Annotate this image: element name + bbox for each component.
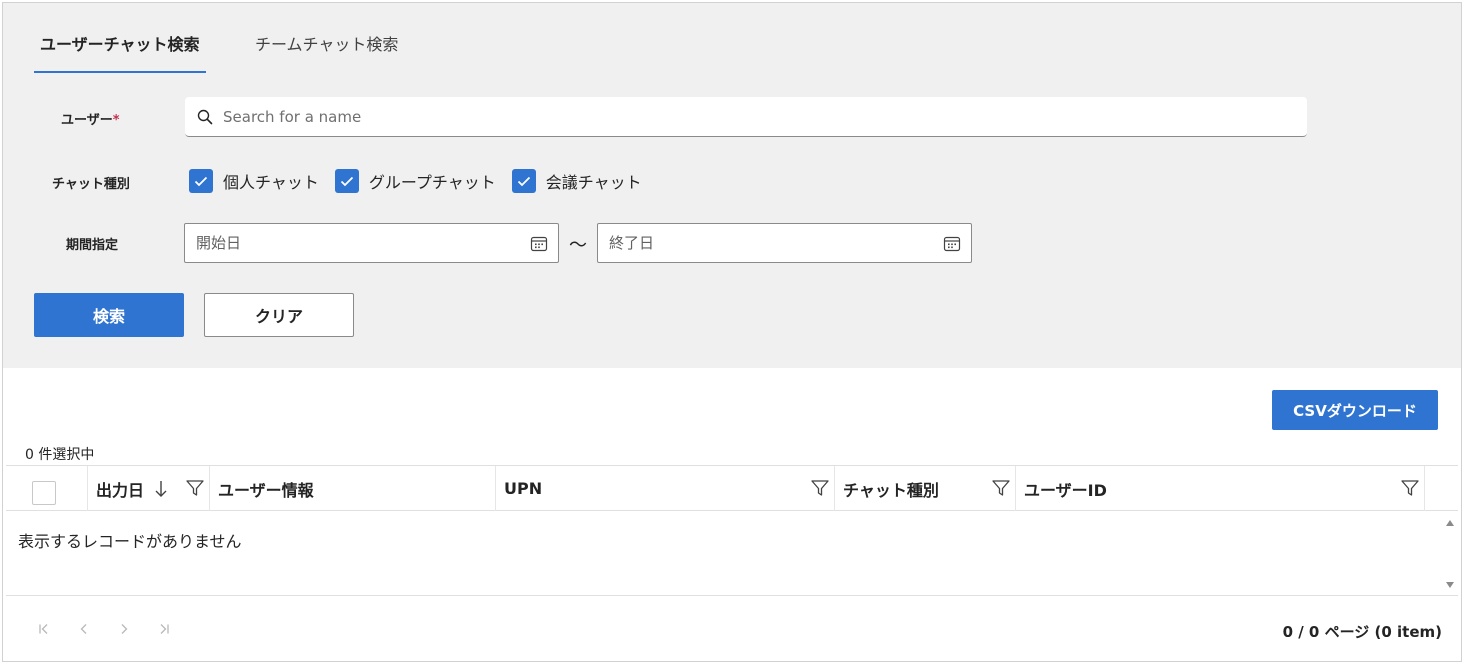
checkbox-checked-icon[interactable] — [334, 169, 359, 193]
user-label: ユーザー* — [61, 109, 120, 128]
chat-type-checkboxes: 個人チャット グループチャット 会議チャット — [189, 169, 658, 193]
checkbox-checked-icon[interactable] — [189, 169, 213, 193]
end-date-input[interactable] — [609, 234, 929, 252]
checkbox-personal-chat[interactable]: 個人チャット — [189, 169, 319, 193]
checkbox-group-chat[interactable]: グループチャット — [334, 169, 496, 193]
calendar-icon[interactable] — [530, 235, 548, 253]
column-header-chat-type[interactable]: チャット種別 — [835, 466, 1016, 511]
end-date-field[interactable] — [597, 223, 972, 263]
selected-count: 0 件選択中 — [25, 447, 95, 463]
checkbox-label: 個人チャット — [223, 173, 319, 192]
scroll-up-icon[interactable] — [1446, 520, 1454, 526]
search-button[interactable]: 検索 — [34, 293, 184, 337]
column-header-user-info[interactable]: ユーザー情報 — [210, 466, 496, 511]
range-separator: ～ — [569, 235, 587, 256]
clear-button[interactable]: クリア — [204, 293, 354, 337]
column-label: ユーザーID — [1024, 480, 1107, 500]
column-label: UPN — [504, 479, 543, 498]
start-date-field[interactable] — [184, 223, 559, 263]
column-header-upn[interactable]: UPN — [496, 466, 835, 511]
user-search-box[interactable] — [185, 97, 1307, 137]
filter-icon[interactable] — [1400, 478, 1420, 498]
checkbox-checked-icon[interactable] — [511, 169, 536, 193]
column-label: ユーザー情報 — [218, 480, 314, 500]
grid-body: 表示するレコードがありません — [6, 512, 1458, 596]
sort-descending-icon[interactable] — [154, 479, 168, 499]
first-page-icon[interactable] — [34, 619, 54, 639]
user-search-input[interactable] — [223, 107, 1223, 126]
chat-type-label: チャット種別 — [52, 177, 130, 192]
vertical-scrollbar[interactable] — [1442, 512, 1458, 596]
tab-user-chat-search[interactable]: ユーザーチャット検索 — [34, 33, 206, 73]
select-all-cell — [6, 466, 88, 511]
page-info: 0 / 0 ページ (0 item) — [1282, 623, 1442, 641]
filter-icon[interactable] — [810, 478, 830, 498]
column-header-user-id[interactable]: ユーザーID — [1016, 466, 1425, 511]
filter-icon[interactable] — [991, 478, 1011, 498]
results-grid: 出力日 ユーザー情報 UPN チャット種別 ユーザーID 表示するレコードがあり… — [6, 465, 1458, 661]
column-header-output-date[interactable]: 出力日 — [88, 466, 210, 511]
previous-page-icon[interactable] — [74, 619, 94, 639]
app-frame: ユーザーチャット検索 チームチャット検索 ユーザー* チャット種別 個人チャット — [2, 2, 1462, 662]
scroll-down-icon[interactable] — [1446, 582, 1454, 588]
checkbox-meeting-chat[interactable]: 会議チャット — [511, 169, 642, 193]
csv-download-button[interactable]: CSVダウンロード — [1272, 390, 1438, 430]
period-label: 期間指定 — [66, 238, 119, 253]
column-label: チャット種別 — [843, 480, 939, 500]
filter-icon[interactable] — [185, 478, 205, 498]
column-label: 出力日 — [96, 480, 145, 500]
required-mark: * — [112, 113, 120, 128]
start-date-input[interactable] — [196, 234, 516, 252]
checkbox-label: 会議チャット — [545, 173, 642, 192]
search-icon — [197, 109, 213, 124]
grid-header: 出力日 ユーザー情報 UPN チャット種別 ユーザーID — [6, 465, 1458, 511]
last-page-icon[interactable] — [154, 619, 174, 639]
checkbox-label: グループチャット — [368, 173, 496, 192]
pager: 0 / 0 ページ (0 item) — [6, 597, 1458, 659]
select-all-checkbox[interactable] — [32, 481, 56, 505]
calendar-icon[interactable] — [943, 235, 961, 253]
tab-team-chat-search[interactable]: チームチャット検索 — [255, 33, 398, 73]
user-label-text: ユーザー — [61, 113, 113, 128]
next-page-icon[interactable] — [114, 619, 134, 639]
search-panel: ユーザーチャット検索 チームチャット検索 ユーザー* チャット種別 個人チャット — [3, 3, 1461, 368]
empty-message: 表示するレコードがありません — [18, 532, 242, 551]
